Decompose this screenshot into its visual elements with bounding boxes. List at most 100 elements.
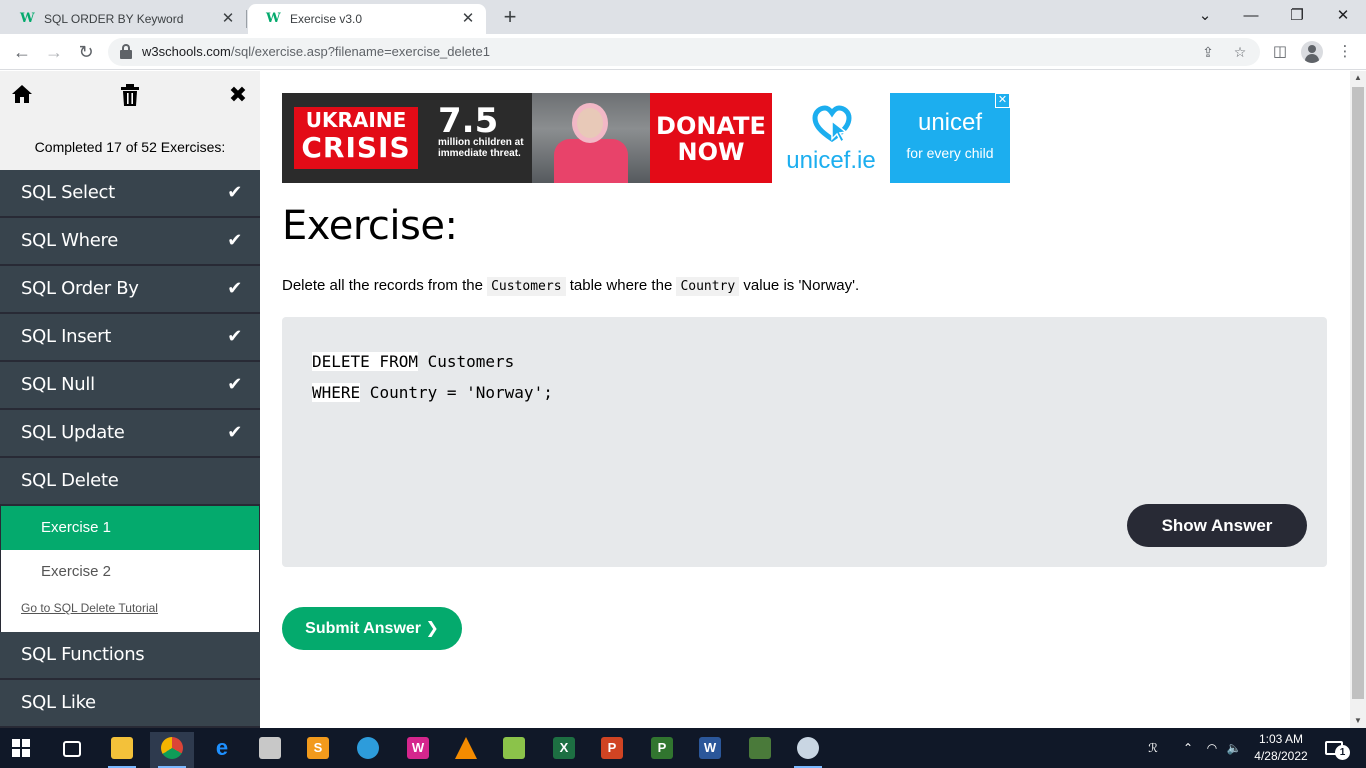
sidebar-header: ✖ Completed 17 of 52 Exercises: (0, 71, 260, 170)
chrome-icon[interactable] (150, 732, 194, 768)
checkmark-icon: ✔ (227, 374, 242, 395)
sidebar-subitem-exercise-1[interactable]: Exercise 1 (1, 506, 259, 550)
close-tab-icon[interactable]: ✕ (460, 11, 476, 27)
close-tab-icon[interactable]: ✕ (220, 11, 236, 27)
reload-icon[interactable]: ↻ (74, 40, 98, 64)
donate-now-button[interactable]: DONATE NOW (650, 93, 772, 183)
show-answer-button[interactable]: Show Answer (1127, 504, 1307, 547)
forward-arrow-icon[interactable]: → (42, 40, 66, 64)
ad-statistic: 7.5 (438, 101, 499, 141)
scroll-down-arrow-icon[interactable]: ▼ (1350, 714, 1366, 728)
exercise-heading: Exercise: (282, 203, 458, 249)
completed-count: Completed 17 of 52 Exercises: (34, 139, 226, 155)
people-icon[interactable]: ℛ (1142, 728, 1164, 768)
browser-tab-strip: W SQL ORDER BY Keyword ✕ W Exercise v3.0… (0, 0, 1366, 34)
ad-crisis-panel: UKRAINE CRISIS 7.5 million children at i… (282, 93, 650, 183)
tab-search-chevron-icon[interactable]: ⌄ (1182, 2, 1228, 30)
sql-line-2: WHERE Country = 'Norway'; (312, 383, 553, 402)
url-text[interactable]: w3schools.com/sql/exercise.asp?filename=… (142, 44, 490, 59)
tutorial-link[interactable]: Go to SQL Delete Tutorial (21, 601, 158, 615)
inline-code-country: Country (676, 277, 740, 296)
sidebar-subitem-exercise-2[interactable]: Exercise 2 (1, 550, 259, 594)
wifi-icon[interactable]: ◠ (1202, 728, 1222, 768)
w3schools-favicon-icon: W (266, 11, 281, 26)
close-window-button[interactable]: ✕ (1320, 2, 1366, 30)
side-panel-icon[interactable]: ◫ (1268, 40, 1292, 64)
chart-app-icon[interactable] (492, 732, 536, 768)
w3schools-favicon-icon: W (20, 11, 35, 26)
checkmark-icon: ✔ (227, 422, 242, 443)
sidebar-item-sql-null[interactable]: SQL Null ✔ (0, 362, 260, 409)
address-bar[interactable]: w3schools.com/sql/exercise.asp?filename=… (108, 38, 1260, 66)
profile-avatar-icon[interactable] (1301, 41, 1323, 63)
windows-start-icon[interactable] (12, 739, 30, 757)
ukraine-crisis-badge: UKRAINE CRISIS (294, 107, 418, 169)
paint-icon[interactable] (786, 732, 830, 768)
answer-field-delete-from[interactable]: DELETE FROM (312, 352, 418, 371)
taskbar-clock[interactable]: 1:03 AM 4/28/2022 (1244, 731, 1318, 765)
new-tab-button[interactable]: + (498, 6, 522, 30)
sidebar-item-sql-order-by[interactable]: SQL Order By ✔ (0, 266, 260, 313)
ad-close-icon[interactable]: ✕ (995, 93, 1010, 108)
minimize-window-button[interactable]: — (1228, 2, 1274, 30)
checkmark-icon: ✔ (227, 182, 242, 203)
unicef-tagline: for every child (906, 145, 994, 161)
home-icon[interactable] (9, 83, 35, 107)
unicef-ie-panel[interactable]: unicef.ie (772, 93, 890, 183)
powerpoint-icon[interactable]: P (590, 732, 634, 768)
inline-code-customers: Customers (487, 277, 566, 296)
installer-icon[interactable] (248, 732, 292, 768)
app-tools-icon[interactable] (738, 732, 782, 768)
back-arrow-icon[interactable]: ← (10, 40, 34, 64)
excel-icon[interactable]: X (542, 732, 586, 768)
task-view-icon[interactable] (50, 732, 94, 768)
file-explorer-icon[interactable] (100, 732, 144, 768)
sidebar-item-sql-delete[interactable]: SQL Delete (0, 458, 260, 505)
sidebar-item-sql-like[interactable]: SQL Like (0, 680, 260, 727)
exercise-sidebar: ✖ Completed 17 of 52 Exercises: SQL Sele… (0, 71, 260, 728)
volume-icon[interactable]: 🔈 (1224, 728, 1244, 768)
ad-child-photo (532, 93, 650, 183)
restore-window-button[interactable]: ❐ (1274, 2, 1320, 30)
trash-icon[interactable] (117, 83, 143, 107)
sidebar-item-sql-insert[interactable]: SQL Insert ✔ (0, 314, 260, 361)
windows-taskbar: e S W X P P W ℛ ⌃ ◠ 🔈 1:03 AM 4/28/2022 … (0, 728, 1366, 768)
browser-toolbar: ← → ↻ w3schools.com/sql/exercise.asp?fil… (0, 34, 1366, 70)
close-sidebar-icon[interactable]: ✖ (225, 83, 251, 107)
notification-count-badge: 1 (1335, 745, 1350, 760)
exercise-instructions: Delete all the records from the Customer… (282, 277, 860, 296)
wampserver-icon[interactable]: W (396, 732, 440, 768)
share-icon[interactable]: ⇪ (1198, 42, 1218, 62)
browser-tab-exercise[interactable]: W Exercise v3.0 ✕ (248, 4, 486, 34)
notifications-icon[interactable]: 1 (1322, 728, 1350, 768)
project-icon[interactable]: P (640, 732, 684, 768)
unicef-logo-panel[interactable]: unicef for every child ✕ (890, 93, 1010, 183)
page-scrollbar[interactable]: ▲ ▼ (1350, 71, 1366, 728)
app-blue-icon[interactable] (346, 732, 390, 768)
sidebar-item-sql-select[interactable]: SQL Select ✔ (0, 170, 260, 217)
sidebar-item-sql-functions[interactable]: SQL Functions (0, 632, 260, 679)
sidebar-item-sql-where[interactable]: SQL Where ✔ (0, 218, 260, 265)
checkmark-icon: ✔ (227, 230, 242, 251)
word-icon[interactable]: W (688, 732, 732, 768)
scrollbar-thumb[interactable] (1352, 87, 1364, 699)
main-content: UKRAINE CRISIS 7.5 million children at i… (260, 71, 1350, 728)
unicef-logo: unicef (917, 109, 983, 136)
answer-field-where[interactable]: WHERE (312, 383, 361, 402)
lock-icon[interactable] (120, 44, 132, 60)
tab-separator (246, 10, 247, 28)
submit-answer-button[interactable]: Submit Answer ❯ (282, 607, 462, 650)
vlc-icon[interactable] (444, 732, 488, 768)
browser-tab-sql-order-by[interactable]: W SQL ORDER BY Keyword ✕ (2, 4, 246, 34)
more-menu-icon[interactable]: ⋮ (1333, 40, 1357, 64)
sublime-text-icon[interactable]: S (296, 732, 340, 768)
unicef-ad-banner[interactable]: UKRAINE CRISIS 7.5 million children at i… (282, 93, 1010, 183)
bookmark-star-icon[interactable]: ☆ (1230, 42, 1250, 62)
tab-title: Exercise v3.0 (290, 12, 363, 26)
exercise-code-box: DELETE FROM Customers WHERE Country = 'N… (282, 317, 1327, 567)
heart-cursor-icon (812, 105, 852, 144)
scroll-up-arrow-icon[interactable]: ▲ (1350, 71, 1366, 85)
sidebar-item-sql-update[interactable]: SQL Update ✔ (0, 410, 260, 457)
edge-icon[interactable]: e (200, 732, 244, 768)
show-hidden-icons-chevron-icon[interactable]: ⌃ (1178, 728, 1198, 768)
